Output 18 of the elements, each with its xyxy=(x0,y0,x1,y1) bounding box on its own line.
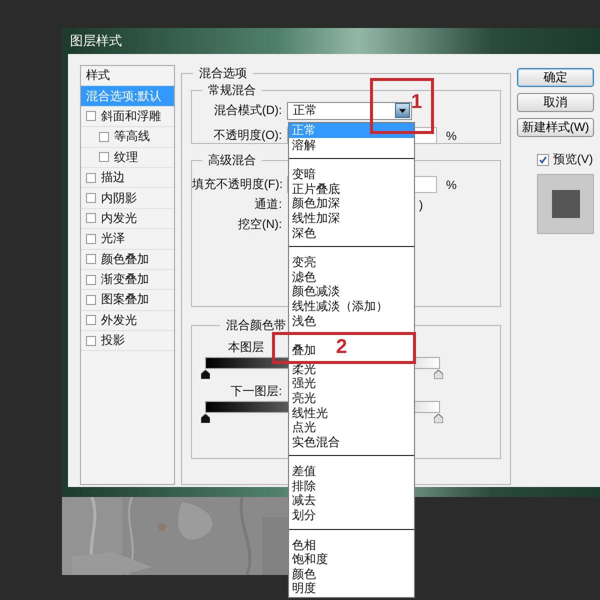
channels-text: ) xyxy=(419,198,423,212)
checkbox-label: 预览(V) xyxy=(553,151,593,168)
group-title: 高级混合 xyxy=(207,152,257,169)
group-title: 常规混合 xyxy=(207,82,257,99)
field-label: 不透明度(O): xyxy=(212,127,282,144)
window-title: 图层样式 xyxy=(70,32,122,50)
unit-label: % xyxy=(446,128,458,142)
field-label: 挖空(N): xyxy=(237,216,282,233)
field-label: 通道: xyxy=(254,196,282,213)
annotation-number: 2 xyxy=(336,337,348,357)
field-label: 本图层 xyxy=(227,339,264,356)
unit-label: % xyxy=(446,178,458,192)
field-label: 填充不透明度(F): xyxy=(192,176,282,193)
group-title: 混合颜色带 xyxy=(225,317,287,334)
field-label: 下一图层: xyxy=(230,383,282,400)
field-label: 混合模式(D): xyxy=(213,102,282,119)
annotation-number: 1 xyxy=(411,92,422,112)
group-title: 混合选项 xyxy=(198,65,248,82)
